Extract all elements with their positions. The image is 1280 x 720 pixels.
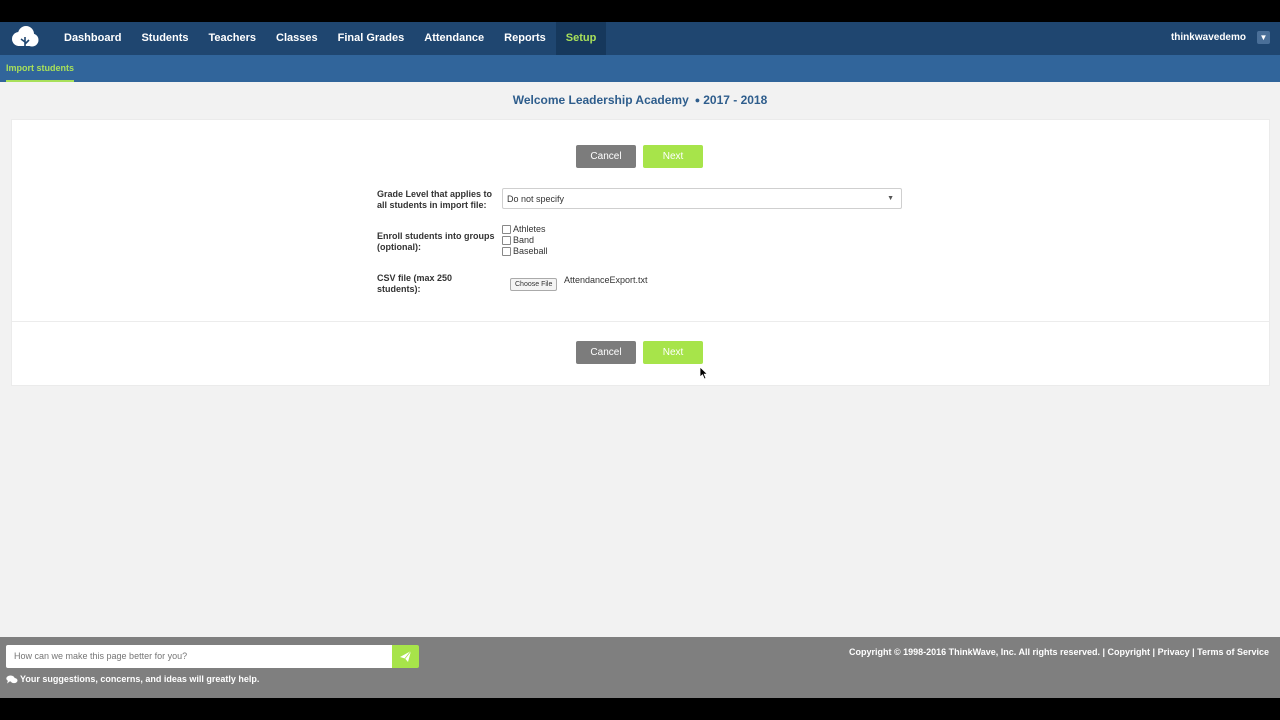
- csv-file-label: CSV file (max 250 students):: [377, 273, 453, 294]
- copyright-text: Copyright © 1998-2016 ThinkWave, Inc. Al…: [848, 647, 1100, 657]
- nav-menu: Dashboard Students Teachers Classes Final Gr…: [54, 22, 607, 55]
- group-label: Athletes: [513, 224, 546, 234]
- school-name: Welcome Leadership Academy: [512, 93, 689, 107]
- group-option-baseball[interactable]: Baseball: [502, 246, 548, 257]
- grade-level-value: Do not specify: [507, 194, 565, 204]
- terms-of-service-link[interactable]: Terms of Service: [1197, 647, 1269, 657]
- school-year: 2017 - 2018: [703, 93, 768, 107]
- group-option-band[interactable]: Band: [502, 235, 534, 246]
- band-checkbox[interactable]: [502, 236, 511, 245]
- feedback-input[interactable]: [6, 645, 392, 668]
- send-feedback-button[interactable]: [392, 645, 419, 668]
- nav-students[interactable]: Students: [131, 22, 198, 55]
- user-name[interactable]: thinkwavedemo: [1171, 22, 1246, 55]
- import-form-panel: Cancel Next Grade Level that applies to …: [11, 119, 1270, 386]
- dropdown-arrow-icon: ▼: [887, 195, 894, 202]
- mouse-cursor-icon: [699, 366, 709, 380]
- group-option-athletes[interactable]: Athletes: [502, 224, 546, 235]
- nav-final-grades[interactable]: Final Grades: [328, 22, 415, 55]
- cancel-button-bottom[interactable]: Cancel: [576, 341, 636, 364]
- nav-reports[interactable]: Reports: [494, 22, 556, 55]
- sub-nav: Import students: [0, 55, 1280, 82]
- athletes-checkbox[interactable]: [502, 225, 511, 234]
- nav-setup[interactable]: Setup: [555, 22, 607, 55]
- group-label: Baseball: [513, 246, 548, 256]
- nav-classes[interactable]: Classes: [266, 22, 328, 55]
- app-window: Dashboard Students Teachers Classes Final Gr…: [0, 22, 1280, 698]
- next-button-bottom[interactable]: Next: [643, 341, 703, 364]
- choose-file-button[interactable]: Choose File: [510, 278, 558, 291]
- next-button-top[interactable]: Next: [643, 145, 703, 168]
- chat-bubbles-icon: [6, 675, 18, 683]
- selected-file-name: AttendanceExport.txt: [564, 275, 648, 285]
- thinkwave-logo-icon[interactable]: [10, 25, 40, 52]
- nav-attendance[interactable]: Attendance: [414, 22, 494, 55]
- paper-plane-icon: [400, 650, 412, 662]
- chevron-down-icon[interactable]: ▼: [1257, 31, 1270, 44]
- nav-teachers[interactable]: Teachers: [199, 22, 267, 55]
- feedback-note-text: Your suggestions, concerns, and ideas wi…: [20, 674, 260, 684]
- copyright-link[interactable]: Copyright: [1108, 647, 1151, 657]
- grade-level-label: Grade Level that applies to all students…: [377, 189, 493, 210]
- cancel-button-top[interactable]: Cancel: [576, 145, 636, 168]
- footer: Your suggestions, concerns, and ideas wi…: [0, 637, 1280, 698]
- grade-level-select[interactable]: Do not specify ▼: [502, 188, 902, 209]
- divider: [12, 321, 1269, 322]
- bullet-icon: ●: [694, 95, 701, 105]
- copyright-bar: Copyright © 1998-2016 ThinkWave, Inc. Al…: [848, 647, 1269, 657]
- top-nav: Dashboard Students Teachers Classes Final Gr…: [0, 22, 1280, 55]
- privacy-link[interactable]: Privacy: [1158, 647, 1190, 657]
- page-title: Welcome Leadership Academy ● 2017 - 2018: [0, 93, 1280, 107]
- group-label: Band: [513, 235, 535, 245]
- baseball-checkbox[interactable]: [502, 247, 511, 256]
- nav-dashboard[interactable]: Dashboard: [54, 22, 131, 55]
- subnav-import-students[interactable]: Import students: [6, 55, 75, 82]
- groups-label: Enroll students into groups (optional):: [377, 231, 495, 252]
- feedback-note: Your suggestions, concerns, and ideas wi…: [6, 674, 259, 684]
